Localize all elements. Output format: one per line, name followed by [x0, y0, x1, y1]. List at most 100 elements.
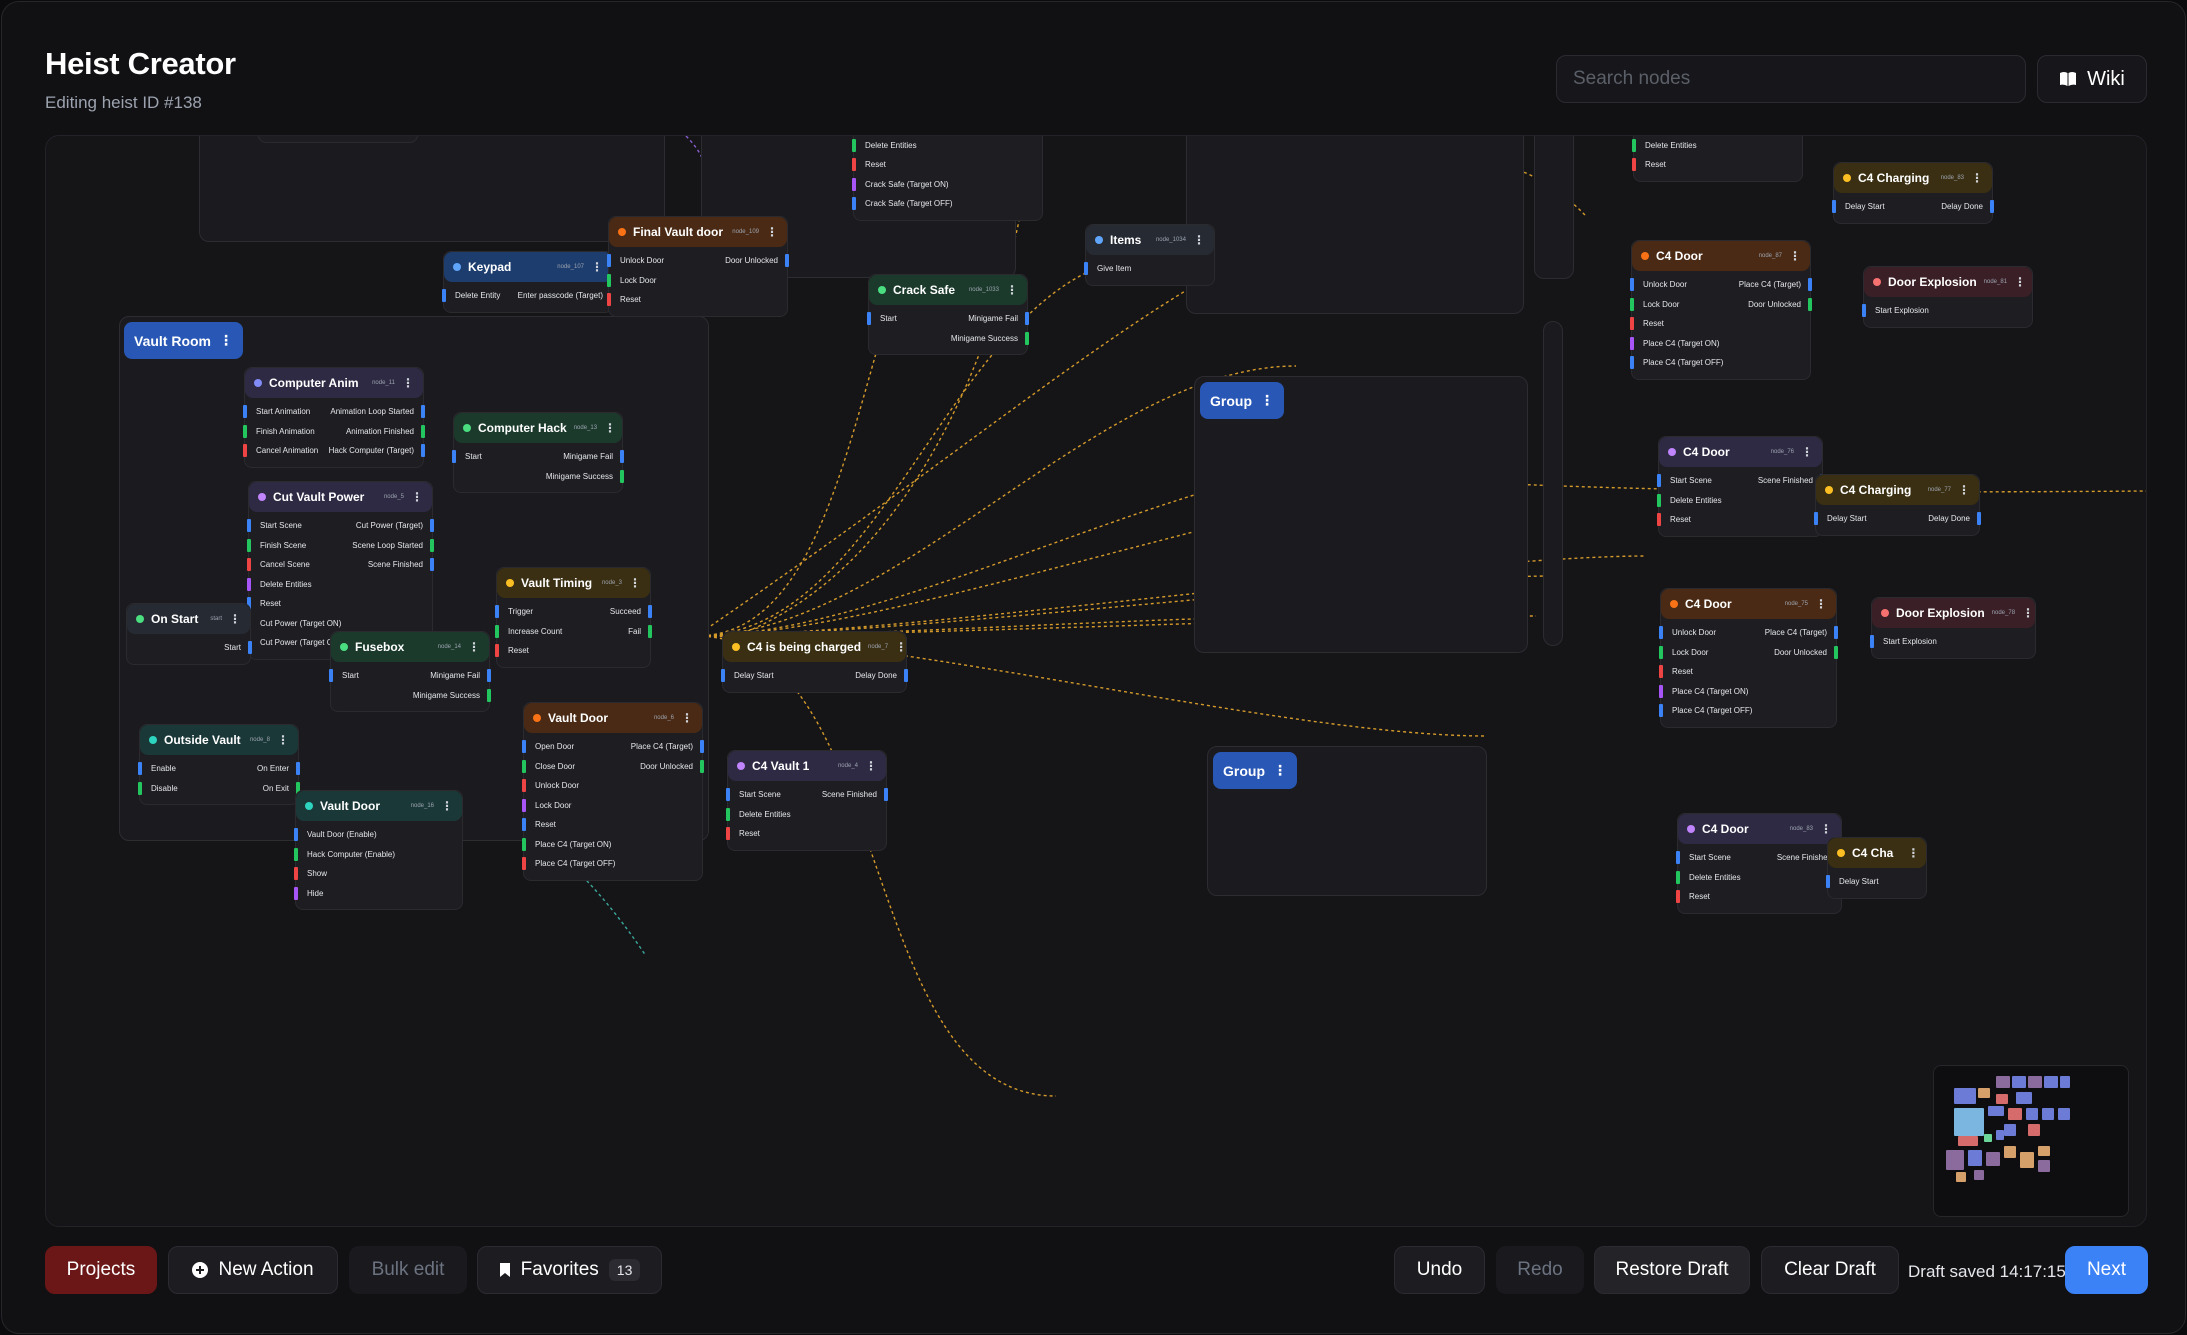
bulk-edit-button[interactable]: Bulk edit: [349, 1246, 467, 1294]
node-port-row[interactable]: Start Scene Cut Power (Target): [247, 516, 434, 536]
output-port[interactable]: [421, 444, 425, 457]
node-port-row[interactable]: Delay Start: [1826, 872, 1926, 892]
node-header[interactable]: C4 Charging node_77 ⋮: [1816, 475, 1979, 505]
node-port-row[interactable]: Crack Safe (Target OFF): [852, 194, 1042, 214]
more-icon[interactable]: ⋮: [1260, 392, 1274, 409]
group-tag-vault-room[interactable]: Vault Room ⋮: [124, 322, 244, 359]
input-port[interactable]: [852, 138, 856, 152]
node-port-row[interactable]: Reset: [1659, 662, 1836, 682]
node-port-row[interactable]: Start Animation Animation Loop Started: [243, 402, 425, 422]
node-port-row[interactable]: Start Minigame Fail: [867, 309, 1029, 329]
output-port[interactable]: [884, 788, 888, 801]
node-port-row[interactable]: Start Explosion: [1870, 632, 2035, 652]
more-icon[interactable]: ⋮: [629, 576, 641, 590]
node-header[interactable]: Items node_1034 ⋮: [1086, 225, 1214, 255]
node-port-row[interactable]: Delete Entities: [1676, 868, 1841, 888]
input-port[interactable]: [852, 158, 856, 171]
input-port[interactable]: [1659, 665, 1663, 678]
input-port[interactable]: [243, 405, 247, 418]
input-port[interactable]: [294, 847, 298, 861]
more-icon[interactable]: ⋮: [591, 260, 603, 274]
input-port[interactable]: [247, 538, 251, 552]
node-port-row[interactable]: Lock Door: [607, 271, 787, 291]
input-port[interactable]: [1632, 158, 1636, 171]
node-vault-timing[interactable]: Vault Timing node_3 ⋮ Trigger Succeed Increas…: [495, 567, 652, 668]
wiki-button[interactable]: Wiki: [2037, 55, 2147, 103]
node-header[interactable]: C4 is being charged node_7 ⋮: [723, 632, 906, 662]
node-port-row[interactable]: Finish Animation Animation Finished: [243, 422, 425, 442]
output-port[interactable]: [785, 254, 789, 267]
output-port[interactable]: [904, 669, 908, 682]
input-port[interactable]: [1657, 493, 1661, 507]
node-header[interactable]: Computer Hack node_13 ⋮: [454, 413, 622, 443]
input-port[interactable]: [607, 273, 611, 287]
output-port[interactable]: [421, 405, 425, 418]
more-icon[interactable]: ⋮: [865, 759, 877, 773]
node-port-row[interactable]: Minigame Success: [331, 686, 491, 706]
node-vault-door[interactable]: Vault Door node_16 ⋮ Vault Door (Enable) Hac…: [294, 790, 463, 910]
output-port[interactable]: [648, 605, 652, 618]
node-header[interactable]: Door Explosion node_81 ⋮: [1864, 267, 2032, 297]
node-port-row[interactable]: Lock Door Door Unlocked: [1630, 295, 1812, 315]
more-icon[interactable]: ⋮: [229, 612, 241, 626]
node-port-row[interactable]: Place C4 (Target ON): [522, 835, 702, 855]
node-header[interactable]: C4 Door node_75 ⋮: [1661, 589, 1836, 619]
output-port[interactable]: [620, 469, 624, 483]
output-port[interactable]: [248, 641, 252, 654]
node-port-row[interactable]: Open Door Place C4 (Target): [522, 737, 704, 757]
node-port-row[interactable]: Start Minigame Fail: [329, 666, 491, 686]
group-top-left[interactable]: [199, 136, 665, 242]
input-port[interactable]: [138, 781, 142, 795]
more-icon[interactable]: ⋮: [1815, 597, 1827, 611]
node-port-row[interactable]: Place C4 (Target OFF): [1630, 353, 1810, 373]
output-port[interactable]: [430, 558, 434, 571]
undo-button[interactable]: Undo: [1394, 1246, 1485, 1294]
more-icon[interactable]: ⋮: [219, 332, 233, 349]
input-port[interactable]: [721, 669, 725, 682]
more-icon[interactable]: ⋮: [1907, 846, 1919, 860]
node-header[interactable]: C4 Charging node_83 ⋮: [1834, 163, 1992, 193]
input-port[interactable]: [522, 818, 526, 831]
node-port-row[interactable]: Reset: [247, 594, 432, 614]
more-icon[interactable]: ⋮: [2022, 606, 2034, 620]
output-port[interactable]: [700, 740, 704, 753]
node-port-row[interactable]: Minigame Success: [454, 467, 624, 487]
node-port-row[interactable]: Delay Start Delay Done: [1814, 509, 1981, 529]
input-port[interactable]: [1659, 684, 1663, 698]
node-header[interactable]: Final Vault door node_109 ⋮: [609, 217, 787, 247]
node-header[interactable]: Fusebox node_14 ⋮: [331, 632, 489, 662]
node-fusebox[interactable]: Fusebox node_14 ⋮ Start Minigame Fail Minigam…: [329, 631, 491, 712]
redo-button[interactable]: Redo: [1496, 1246, 1584, 1294]
node-final-vault-door[interactable]: Final Vault door node_109 ⋮ Unlock Door Door…: [607, 216, 789, 317]
output-port[interactable]: [648, 624, 652, 638]
node-port-row[interactable]: Start Explosion: [1862, 301, 2032, 321]
node-untitled[interactable]: Delete EntityRead Note (Target): [258, 136, 418, 143]
node-port-row[interactable]: Delete Entities: [852, 136, 1042, 155]
group-tag-right-middle[interactable]: Group ⋮: [1200, 382, 1284, 419]
node-port-row[interactable]: Reset: [495, 641, 650, 661]
node-port-row[interactable]: Start Scene Scene Finished: [1676, 848, 1843, 868]
node-header[interactable]: Computer Anim node_11 ⋮: [245, 368, 423, 398]
input-port[interactable]: [243, 444, 247, 457]
restore-draft-button[interactable]: Restore Draft: [1594, 1246, 1750, 1294]
node-header[interactable]: C4 Door node_83 ⋮: [1678, 814, 1841, 844]
input-port[interactable]: [726, 788, 730, 801]
input-port[interactable]: [1814, 512, 1818, 525]
input-port[interactable]: [442, 289, 446, 302]
node-port-row[interactable]: Start Minigame Fail: [452, 447, 624, 467]
next-button[interactable]: Next: [2065, 1246, 2148, 1294]
node-port-row[interactable]: Place C4 (Target ON): [1630, 334, 1810, 354]
node-port-row[interactable]: Increase Count Fail: [495, 622, 652, 642]
input-port[interactable]: [1630, 336, 1634, 350]
node-header[interactable]: Door Explosion node_78 ⋮: [1872, 598, 2035, 628]
input-port[interactable]: [1084, 262, 1088, 275]
node-header[interactable]: C4 Cha ⋮: [1828, 838, 1926, 868]
node-header[interactable]: Vault Door node_6 ⋮: [524, 703, 702, 733]
more-icon[interactable]: ⋮: [766, 225, 778, 239]
node-port-row[interactable]: Finish Scene Scene Loop Started: [247, 536, 434, 556]
new-action-button[interactable]: New Action: [168, 1246, 338, 1294]
node-port-row[interactable]: Place C4 (Target OFF): [1659, 701, 1836, 721]
node-port-row[interactable]: Start Scene Scene Finished: [1657, 471, 1824, 491]
output-port[interactable]: [1834, 626, 1838, 639]
input-port[interactable]: [138, 762, 142, 775]
